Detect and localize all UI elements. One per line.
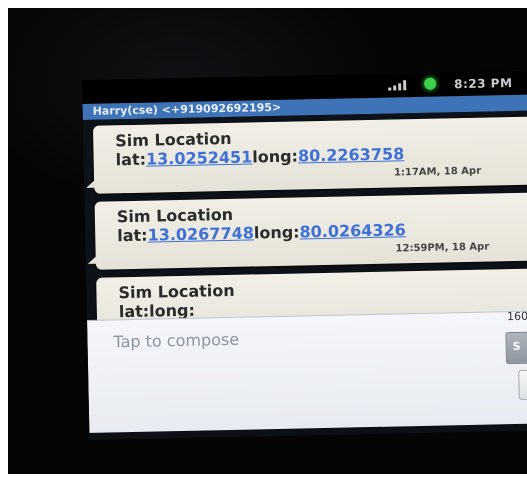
lat-label: lat:: [117, 225, 148, 246]
message-title: Sim Location: [116, 204, 234, 227]
long-label: long:: [252, 146, 299, 167]
send-label: S: [512, 339, 521, 354]
attach-button[interactable]: [518, 368, 527, 400]
bubble-tail: [87, 255, 97, 264]
message-thread[interactable]: Sim Location lat:13.0252451long:80.22637…: [82, 110, 527, 346]
message-title: Sim Location: [115, 128, 232, 151]
compose-area: Tap to compose 160 S: [87, 310, 527, 433]
message-title: Sim Location: [118, 280, 235, 303]
lat-label: lat:: [115, 149, 147, 170]
character-count: 160: [506, 309, 527, 324]
lat-link[interactable]: 13.0252451: [146, 147, 253, 168]
signal-icon: [388, 80, 408, 91]
message-bubble[interactable]: Sim Location lat:13.0252451long:80.22637…: [86, 116, 527, 194]
bubble-tail: [86, 179, 96, 188]
lat-link[interactable]: 13.0267748: [147, 223, 254, 244]
long-link[interactable]: 80.0264326: [299, 220, 406, 241]
message-bubble[interactable]: Sim Location lat:13.0267748long:80.02643…: [87, 192, 527, 270]
photo-frame: 8:23 PM Harry(cse) <+919092692195> Sim L…: [8, 8, 527, 474]
compose-input[interactable]: Tap to compose: [113, 330, 239, 352]
phone-screen: 8:23 PM Harry(cse) <+919092692195> Sim L…: [82, 70, 527, 440]
long-label: long:: [253, 222, 300, 243]
send-button[interactable]: S: [505, 330, 527, 365]
message-timestamp: 1:17AM, 18 Apr: [393, 165, 482, 179]
message-timestamp: 12:59PM, 18 Apr: [395, 241, 490, 255]
clock: 8:23 PM: [454, 75, 513, 92]
notification-dot-icon: [424, 77, 437, 90]
long-link[interactable]: 80.2263758: [298, 144, 405, 165]
